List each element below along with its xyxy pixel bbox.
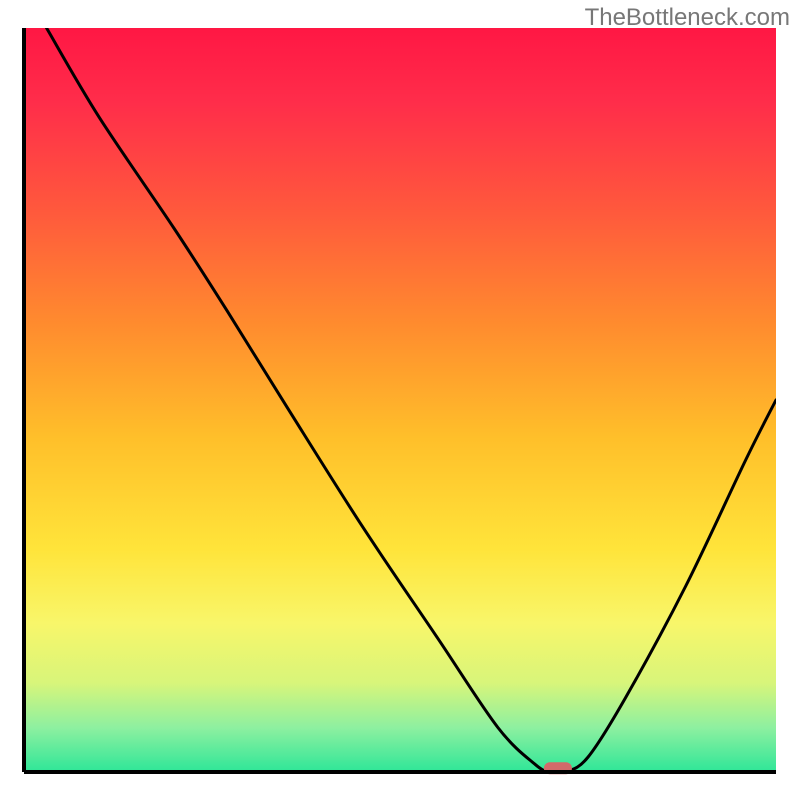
- watermark-text: TheBottleneck.com: [585, 4, 790, 32]
- chart-canvas: TheBottleneck.com: [0, 0, 800, 800]
- gradient-background: [24, 28, 776, 772]
- bottleneck-chart: [0, 0, 800, 800]
